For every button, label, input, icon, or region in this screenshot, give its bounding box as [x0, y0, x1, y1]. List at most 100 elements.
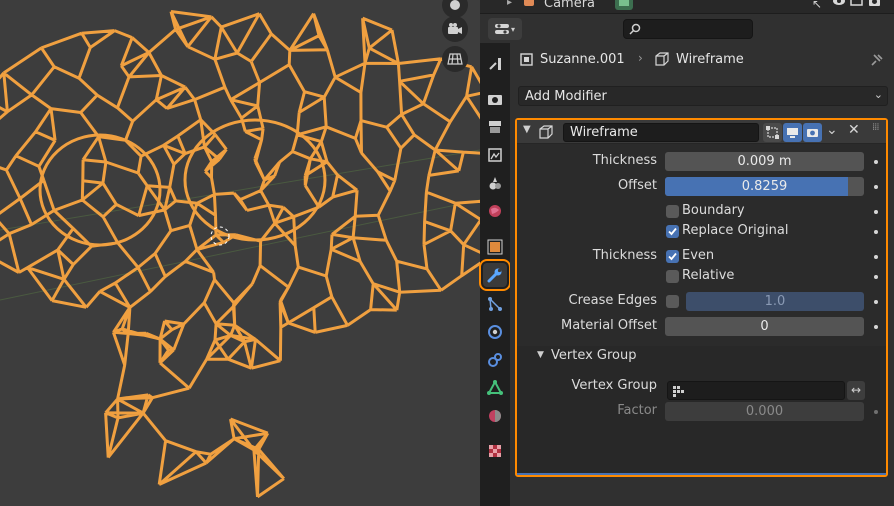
crease-edges-checkbox[interactable] [666, 295, 679, 308]
tab-constraints[interactable] [483, 348, 507, 372]
even-checkbox[interactable] [666, 250, 679, 263]
grid-icon [447, 53, 463, 65]
drag-handle-icon[interactable]: ⁞⁞⁞ [872, 122, 879, 133]
factor-field[interactable]: 0.000 [665, 402, 864, 421]
panel-bottom-highlight [517, 473, 886, 475]
thickness-group-label: Thickness [592, 248, 657, 263]
properties-tabs [479, 43, 511, 506]
tab-tool[interactable] [483, 52, 507, 76]
offset-value: 0.8259 [741, 179, 788, 194]
keyframe-dot-icon[interactable] [874, 300, 878, 304]
mesh-object-icon [520, 52, 533, 66]
boundary-label[interactable]: Boundary [682, 203, 745, 218]
material-offset-field[interactable]: 0 [665, 317, 864, 336]
even-label[interactable]: Even [682, 248, 714, 263]
vertex-group-subpanel-title[interactable]: Vertex Group [551, 348, 637, 363]
vertex-group-label: Vertex Group [571, 378, 658, 393]
data-icon [487, 380, 503, 395]
offset-label: Offset [617, 178, 657, 193]
keyframe-dot-icon[interactable] [874, 185, 878, 189]
tab-view-layer[interactable] [483, 143, 507, 167]
wrench-icon [487, 268, 502, 283]
camera-view-button[interactable] [442, 16, 468, 42]
replace-original-label[interactable]: Replace Original [682, 223, 788, 238]
factor-value: 0.000 [745, 404, 784, 419]
add-modifier-label: Add Modifier [525, 88, 607, 104]
camera-data-icon[interactable] [614, 0, 634, 12]
3d-viewport[interactable] [0, 0, 480, 506]
render-icon [488, 95, 502, 105]
properties-search-input[interactable] [623, 19, 753, 39]
thickness-field[interactable]: 0.009 m [665, 152, 864, 171]
offset-slider[interactable]: 0.8259 [665, 177, 864, 196]
breadcrumb-object-label: Suzanne.001 [540, 51, 625, 67]
vertex-group-field[interactable] [667, 381, 845, 400]
tab-material[interactable] [483, 404, 507, 428]
boundary-checkbox[interactable] [666, 205, 679, 218]
chevron-down-icon: ▾ [510, 24, 515, 34]
tool-icon [489, 58, 501, 70]
keyframe-dot-icon[interactable] [874, 325, 878, 329]
breadcrumb-object: Suzanne.001 [520, 48, 625, 70]
tab-modifiers[interactable] [479, 259, 511, 291]
crease-weight-field[interactable]: 1.0 [686, 292, 864, 311]
relative-checkbox[interactable] [666, 270, 679, 283]
render-toggle[interactable] [803, 123, 822, 142]
collapse-arrow-icon[interactable]: ▼ [523, 124, 531, 135]
expand-arrow-icon[interactable]: ▸ [507, 0, 512, 8]
render-camera-icon[interactable] [868, 0, 881, 7]
pin-icon[interactable] [870, 53, 884, 67]
keyframe-dot-icon[interactable] [874, 410, 878, 414]
render-camera-icon [807, 129, 818, 137]
thickness-value: 0.009 m [737, 154, 792, 169]
tab-object[interactable] [483, 235, 507, 259]
properties-editor-icon [494, 24, 509, 34]
eye-icon[interactable] [832, 0, 846, 7]
tab-texture[interactable] [483, 439, 507, 463]
close-icon[interactable]: ✕ [848, 122, 860, 138]
viewport-display-toggle[interactable] [783, 123, 802, 142]
invert-vertex-group-button[interactable]: ↔ [847, 381, 865, 400]
keyframe-dot-icon[interactable] [874, 255, 878, 259]
outliner-camera-label[interactable]: Camera [544, 0, 595, 11]
relative-label[interactable]: Relative [682, 268, 734, 283]
tab-output[interactable] [483, 115, 507, 139]
tab-physics[interactable] [483, 320, 507, 344]
modifier-name-field[interactable]: Wireframe [563, 123, 759, 142]
breadcrumb-separator-icon: › [638, 51, 643, 65]
material-offset-value: 0 [760, 319, 769, 334]
crease-weight-value: 1.0 [764, 294, 786, 309]
chevron-down-icon: ⌄ [873, 88, 883, 101]
breadcrumb-modifier-label: Wireframe [676, 51, 744, 67]
select-arrow-icon[interactable]: ↖ [812, 0, 822, 11]
keyframe-dot-icon[interactable] [874, 230, 878, 234]
tab-render[interactable] [483, 87, 507, 111]
tab-particles[interactable] [483, 292, 507, 316]
edit-mode-toggle[interactable] [763, 123, 782, 142]
add-modifier-dropdown[interactable]: Add Modifier ⌄ [518, 86, 888, 106]
keyframe-dot-icon[interactable] [874, 275, 878, 279]
chevron-down-icon[interactable]: ⌄ [826, 122, 838, 138]
physics-icon [488, 325, 502, 339]
constraints-icon [488, 353, 502, 367]
keyframe-dot-icon[interactable] [874, 160, 878, 164]
wireframe-modifier-icon [655, 52, 669, 66]
outliner-strip[interactable]: ▸ Camera ↖ [480, 0, 894, 13]
factor-label: Factor [617, 403, 657, 418]
particles-icon [488, 297, 502, 311]
tab-world[interactable] [483, 199, 507, 223]
modifier-header[interactable]: ▼ Wireframe ⌄ ✕ ⁞⁞⁞ [517, 120, 886, 144]
vertex-group-icon [673, 386, 684, 397]
editor-type-button[interactable]: ▾ [488, 18, 522, 40]
tab-data[interactable] [483, 376, 507, 400]
texture-icon [489, 445, 501, 457]
collapse-arrow-icon[interactable]: ▼ [537, 350, 544, 360]
replace-original-checkbox[interactable] [666, 225, 679, 238]
thickness-label: Thickness [592, 153, 657, 168]
monitor-icon[interactable] [850, 0, 863, 7]
camera-icon [448, 23, 462, 34]
tab-scene[interactable] [483, 171, 507, 195]
ortho-toggle-button[interactable] [442, 46, 468, 72]
keyframe-dot-icon[interactable] [874, 210, 878, 214]
properties-panel: Suzanne.001 › Wireframe Add Modifier ⌄ ▼… [510, 43, 894, 506]
